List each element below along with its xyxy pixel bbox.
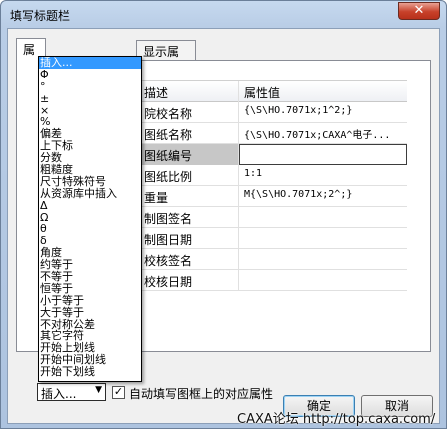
grid-row[interactable]: 校核签名 xyxy=(135,249,407,270)
row-name: 校核日期 xyxy=(135,270,239,291)
dialog-window: 填写标题栏 ✕ 属 显示属性 描述 属性值 院校名称 {\S\HO.7071x;… xyxy=(0,0,447,429)
grid-row[interactable]: 制图日期 xyxy=(135,228,407,249)
insert-popup-menu: 插入... Φ ° ± × % 偏差 上下标 分数 粗糙度 尺寸特殊符号 从资源… xyxy=(38,56,142,382)
grid-row[interactable]: 院校名称 {\S\HO.7071x;1^2;} xyxy=(135,102,407,123)
row-name: 制图签名 xyxy=(135,207,239,228)
grid-row-selected[interactable]: 图纸编号 xyxy=(135,144,407,165)
menu-item-multiply[interactable]: × xyxy=(39,105,141,117)
insert-button-label: 插入... xyxy=(41,387,77,401)
window-title: 填写标题栏 xyxy=(10,9,71,23)
menu-item-underline[interactable]: 开始下划线 xyxy=(39,366,141,378)
grid-header: 描述 属性值 xyxy=(135,81,407,102)
dialog-client-area: 属 显示属性 描述 属性值 院校名称 {\S\HO.7071x;1^2;} 图纸… xyxy=(7,28,440,424)
row-value-input[interactable] xyxy=(239,144,407,165)
insert-dropdown-button[interactable]: 插入... ▼ xyxy=(37,383,106,401)
row-value[interactable]: {\S\HO.7071x;CAXA^电子... xyxy=(239,123,407,144)
grid-row[interactable]: 图纸名称 {\S\HO.7071x;CAXA^电子... xyxy=(135,123,407,144)
row-value[interactable] xyxy=(239,207,407,228)
row-name: 图纸比例 xyxy=(135,165,239,186)
row-name: 制图日期 xyxy=(135,228,239,249)
menu-item-dimension-symbol[interactable]: 尺寸特殊符号 xyxy=(39,176,141,188)
menu-item-greater-equal[interactable]: 大于等于 xyxy=(39,307,141,319)
title-bar[interactable]: 填写标题栏 ✕ xyxy=(1,1,446,27)
row-value[interactable] xyxy=(239,249,407,270)
menu-item-less-equal[interactable]: 小于等于 xyxy=(39,295,141,307)
row-value[interactable] xyxy=(239,228,407,249)
chevron-down-icon: ▼ xyxy=(95,385,102,395)
menu-item-from-library[interactable]: 从资源库中插入 xyxy=(39,188,141,200)
menu-item-plus-minus[interactable]: ± xyxy=(39,93,141,105)
watermark-text: CAXA论坛 http://top.caxa.com/ xyxy=(237,412,436,427)
menu-item-degree[interactable]: ° xyxy=(39,81,141,93)
menu-item-delta[interactable]: Δ xyxy=(39,200,141,212)
row-name: 重量 xyxy=(135,186,239,207)
row-value[interactable]: 1:1 xyxy=(239,165,407,186)
grid-row[interactable]: 图纸比例 1:1 xyxy=(135,165,407,186)
auto-fill-label: 自动填写图框上的对应属性 xyxy=(129,387,274,401)
tab-label: 属 xyxy=(23,43,36,57)
row-value[interactable]: M{\S\HO.7071x;2^;} xyxy=(239,186,407,207)
row-value[interactable]: {\S\HO.7071x;1^2;} xyxy=(239,102,407,123)
menu-item-theta[interactable]: θ xyxy=(39,223,141,235)
row-name: 图纸编号 xyxy=(135,144,239,165)
property-grid: 描述 属性值 院校名称 {\S\HO.7071x;1^2;} 图纸名称 {\S\… xyxy=(135,80,407,291)
menu-item-omega[interactable]: Ω xyxy=(39,212,141,224)
grid-row[interactable]: 制图签名 xyxy=(135,207,407,228)
menu-item-diameter[interactable]: Φ xyxy=(39,69,141,81)
grid-row[interactable]: 校核日期 xyxy=(135,270,407,291)
row-name: 校核签名 xyxy=(135,249,239,270)
header-description[interactable]: 描述 xyxy=(135,81,239,102)
row-name: 图纸名称 xyxy=(135,123,239,144)
tab-display-properties[interactable]: 显示属性 xyxy=(136,40,196,76)
close-button[interactable]: ✕ xyxy=(398,2,440,20)
close-icon: ✕ xyxy=(413,3,425,18)
menu-item-insert[interactable]: 插入... xyxy=(39,57,141,69)
auto-fill-checkbox[interactable]: ✓ xyxy=(112,386,125,399)
header-value[interactable]: 属性值 xyxy=(239,81,407,102)
row-value[interactable] xyxy=(239,270,407,291)
grid-row[interactable]: 重量 M{\S\HO.7071x;2^;} xyxy=(135,186,407,207)
row-name: 院校名称 xyxy=(135,102,239,123)
